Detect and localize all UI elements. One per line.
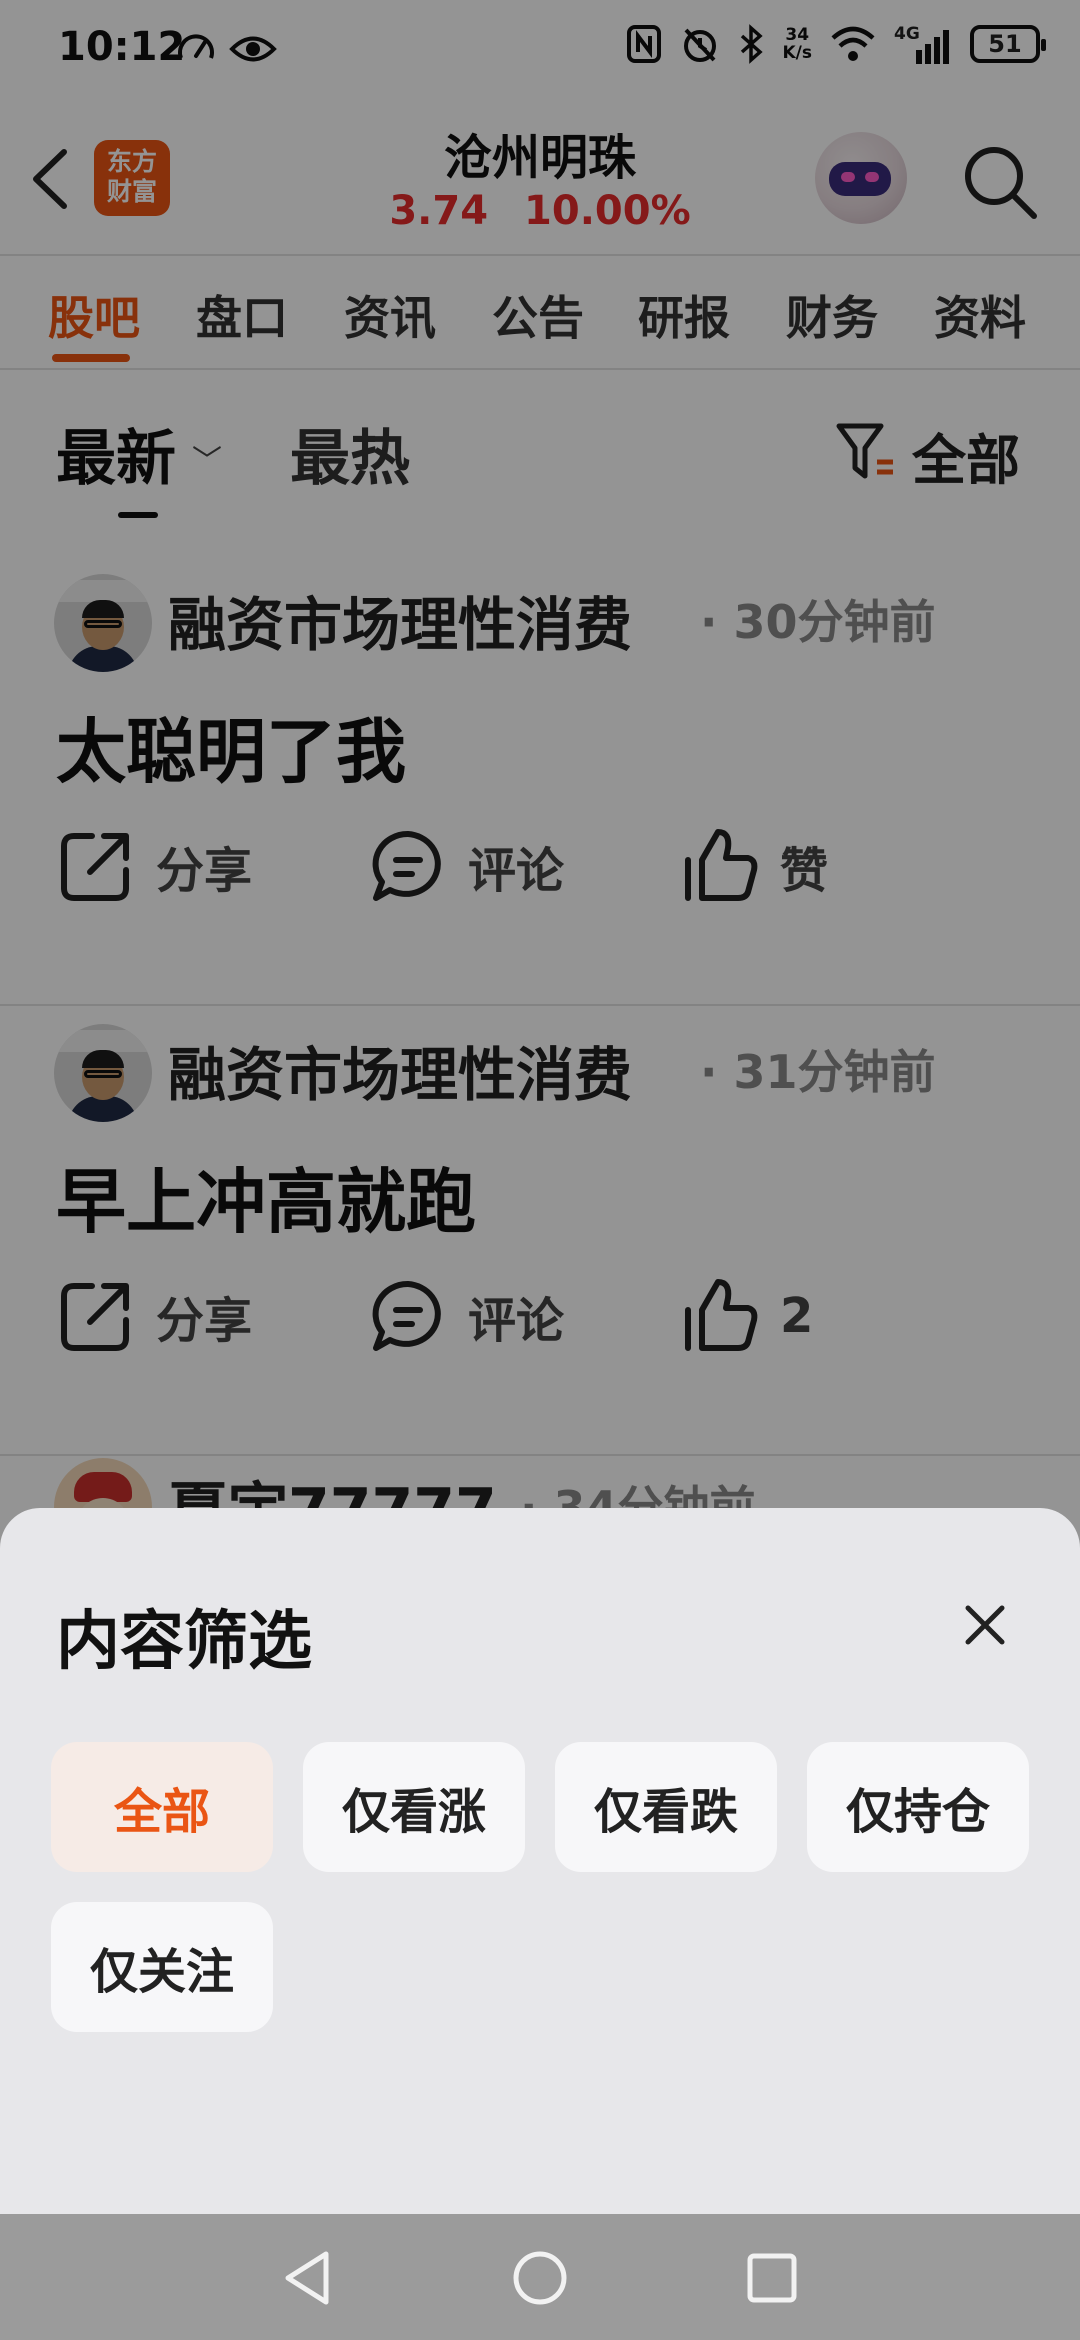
- sheet-title: 内容筛选: [56, 1605, 312, 1679]
- filter-option-bullish[interactable]: 仅看涨: [303, 1742, 525, 1872]
- filter-option-holding[interactable]: 仅持仓: [807, 1742, 1029, 1872]
- filter-option-following[interactable]: 仅关注: [51, 1902, 273, 2032]
- filter-option-all[interactable]: 全部: [51, 1742, 273, 1872]
- filter-option-bearish[interactable]: 仅看跌: [555, 1742, 777, 1872]
- nav-home-icon[interactable]: [510, 2248, 570, 2308]
- nav-back-icon[interactable]: [278, 2248, 338, 2308]
- system-nav-bar: [0, 2214, 1080, 2340]
- content-filter-sheet: 内容筛选 全部 仅看涨 仅看跌 仅持仓 仅关注: [0, 1508, 1080, 2214]
- close-icon[interactable]: [960, 1600, 1010, 1650]
- nav-recents-icon[interactable]: [742, 2248, 802, 2308]
